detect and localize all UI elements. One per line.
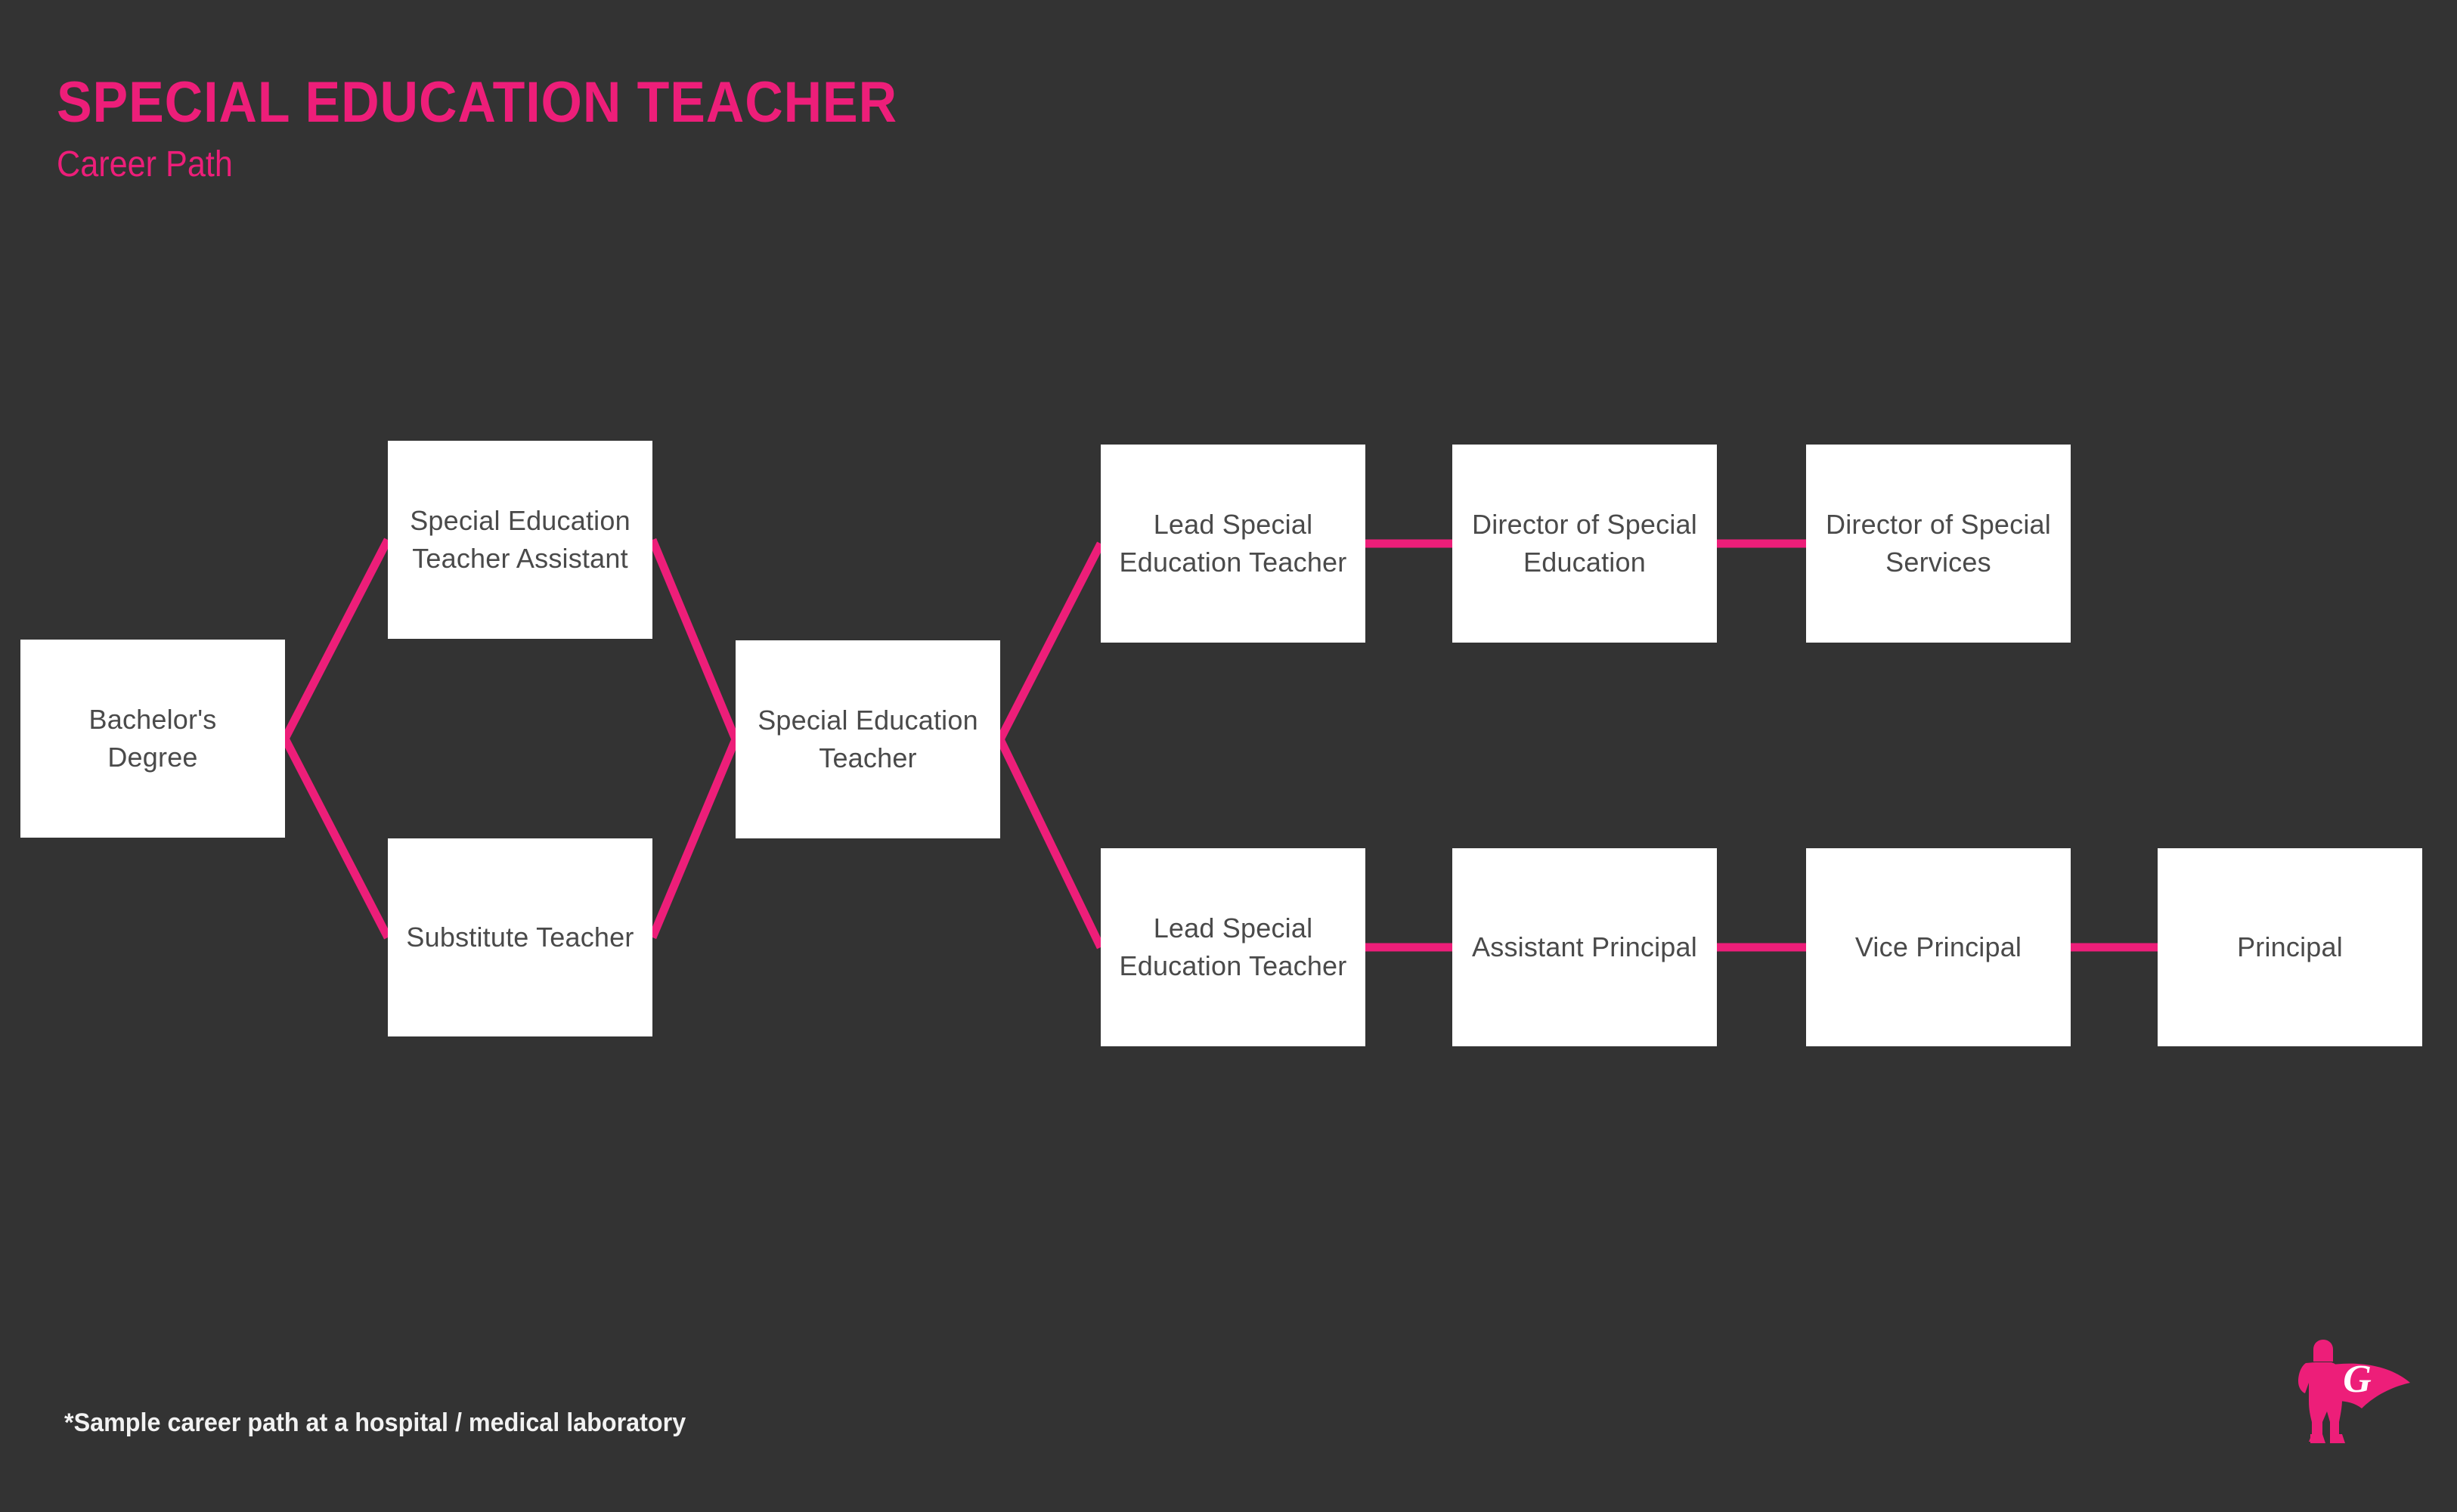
node-dir-sped-svc[interactable]: Director of Special Services	[1806, 445, 2071, 643]
node-assistant-principal[interactable]: Assistant Principal	[1452, 848, 1717, 1046]
node-label-bachelors: Bachelor's Degree	[88, 704, 217, 773]
connector-bachelors-to-sped-assistant	[281, 538, 392, 741]
node-label-sped-teacher: Special Education Teacher	[758, 705, 978, 773]
node-principal[interactable]: Principal	[2158, 848, 2422, 1046]
node-vice-principal[interactable]: Vice Principal	[1806, 848, 2071, 1046]
node-label-vice-principal: Vice Principal	[1854, 931, 2022, 962]
connector-sped-teacher-to-lead-sped-top	[996, 541, 1105, 742]
node-label-principal: Principal	[2237, 931, 2343, 962]
node-label-assistant-principal: Assistant Principal	[1472, 931, 1697, 962]
connector-substitute-to-sped-teacher	[648, 737, 740, 940]
node-sped-assistant[interactable]: Special Education Teacher Assistant	[388, 441, 652, 639]
node-label-dir-sped-svc: Director of Special Services	[1826, 509, 2051, 578]
connector-sped-assistant-to-sped-teacher	[648, 538, 740, 742]
slide-canvas: SPECIAL EDUCATION TEACHER Career Path Ba…	[0, 0, 2457, 1512]
node-label-substitute: Substitute Teacher	[406, 922, 634, 953]
career-path-connectors	[281, 538, 2158, 952]
node-label-sped-assistant: Special Education Teacher Assistant	[410, 505, 631, 574]
connector-bachelors-to-substitute	[281, 736, 392, 940]
footnote: *Sample career path at a hospital / medi…	[64, 1408, 686, 1437]
node-lead-sped-bottom[interactable]: Lead Special Education Teacher	[1101, 848, 1365, 1046]
logo-letter: G	[2343, 1358, 2372, 1401]
node-lead-sped-top[interactable]: Lead Special Education Teacher	[1101, 445, 1365, 643]
node-label-dir-sped-ed: Director of Special Education	[1472, 509, 1697, 578]
node-bachelors[interactable]: Bachelor's Degree	[20, 640, 285, 838]
connector-sped-teacher-to-lead-sped-bottom	[996, 737, 1105, 950]
node-dir-sped-ed[interactable]: Director of Special Education	[1452, 445, 1717, 643]
node-substitute[interactable]: Substitute Teacher	[388, 838, 652, 1036]
node-label-lead-sped-bottom: Lead Special Education Teacher	[1119, 912, 1347, 981]
node-sped-teacher[interactable]: Special Education Teacher	[736, 640, 1000, 838]
brand-logo: G	[2283, 1327, 2427, 1452]
node-label-lead-sped-top: Lead Special Education Teacher	[1119, 509, 1347, 578]
